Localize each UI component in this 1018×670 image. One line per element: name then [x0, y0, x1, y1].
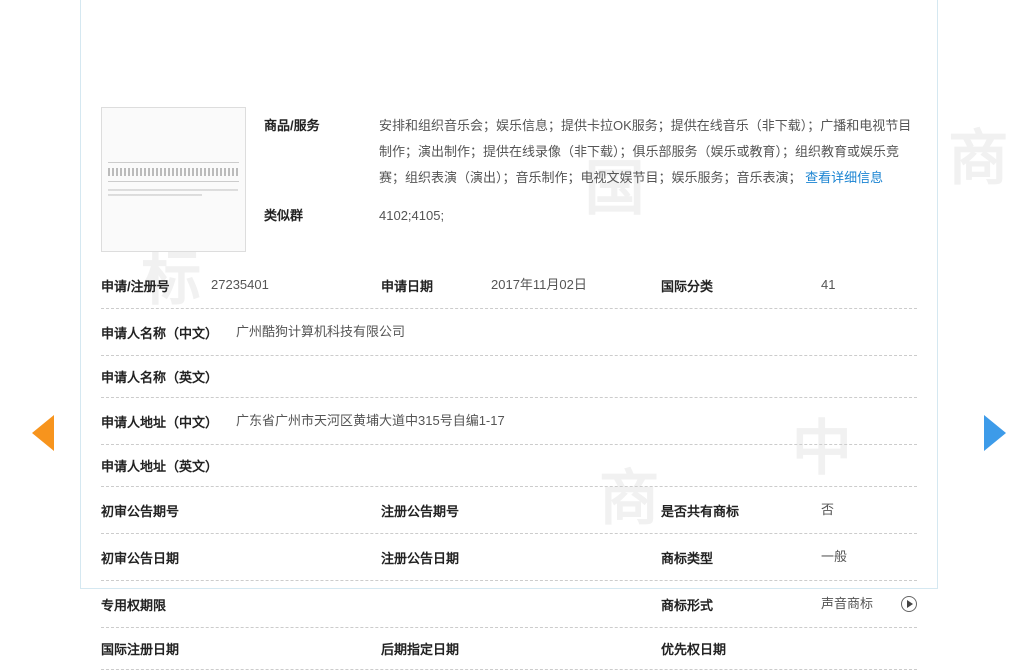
field-value: 27235401	[211, 272, 381, 298]
field-label: 后期指定日期	[381, 639, 491, 658]
field-label: 申请人地址（中文）	[101, 412, 236, 431]
similar-group-label: 类似群	[264, 203, 379, 229]
field-label: 申请人地址（英文）	[101, 456, 236, 475]
detail-row: 国际注册日期 后期指定日期 优先权日期	[101, 628, 917, 670]
next-arrow[interactable]	[984, 415, 1006, 451]
field-label: 专用权期限	[101, 595, 211, 614]
field-value: 2017年11月02日	[491, 272, 661, 298]
detail-row: 申请人地址（中文）广东省广州市天河区黄埔大道中315号自编1-17	[101, 398, 917, 445]
field-label: 是否共有商标	[661, 501, 771, 520]
similar-group-value: 4102;4105;	[379, 203, 917, 229]
detail-row: 初审公告期号 注册公告期号 是否共有商标 否	[101, 487, 917, 534]
field-value: 41	[821, 272, 917, 298]
detail-row: 申请/注册号27235401申请日期2017年11月02日国际分类 41	[101, 262, 917, 309]
prev-arrow[interactable]	[32, 415, 54, 451]
detail-row: 专用权期限 商标形式 声音商标	[101, 581, 917, 628]
field-label: 国际注册日期	[101, 639, 211, 658]
field-label: 商标形式	[661, 595, 771, 614]
field-label: 初审公告日期	[101, 548, 211, 567]
field-label: 注册公告日期	[381, 548, 491, 567]
field-label: 申请人名称（英文）	[101, 367, 236, 386]
detail-row: 申请人地址（英文）	[101, 445, 917, 487]
field-label: 国际分类	[661, 276, 771, 295]
detail-panel: 标 国 商 中 商标 商 xxxxxxxxxxxxxxxxxxxxxxxxxxx…	[80, 0, 938, 589]
field-value: 否	[821, 497, 917, 523]
goods-services-value: 安排和组织音乐会；娱乐信息；提供卡拉OK服务；提供在线音乐（非下载）；广播和电视…	[379, 113, 917, 191]
goods-services-label: 商品/服务	[264, 113, 379, 139]
field-label: 商标类型	[661, 548, 771, 567]
field-label: 申请日期	[381, 276, 491, 295]
view-details-link[interactable]: 查看详细信息	[805, 170, 883, 185]
field-value: 广东省广州市天河区黄埔大道中315号自编1-17	[236, 408, 917, 434]
field-label: 申请人名称（中文）	[101, 323, 236, 342]
detail-row: 初审公告日期 注册公告日期 商标类型 一般	[101, 534, 917, 581]
field-label: 优先权日期	[661, 639, 771, 658]
field-label: 初审公告期号	[101, 501, 211, 520]
detail-row: 申请人名称（中文）广州酷狗计算机科技有限公司	[101, 309, 917, 356]
field-value: 一般	[821, 544, 917, 570]
field-label: 注册公告期号	[381, 501, 491, 520]
trademark-image: xxxxxxxxxxxxxxxxxxxxxxxxxxxxxxxxxxxxxxxx…	[101, 107, 246, 252]
detail-row: 申请人名称（英文）	[101, 356, 917, 398]
field-label: 申请/注册号	[101, 276, 211, 295]
field-value: 声音商标	[821, 591, 895, 617]
field-value: 广州酷狗计算机科技有限公司	[236, 319, 917, 345]
play-sound-icon[interactable]	[901, 596, 917, 612]
